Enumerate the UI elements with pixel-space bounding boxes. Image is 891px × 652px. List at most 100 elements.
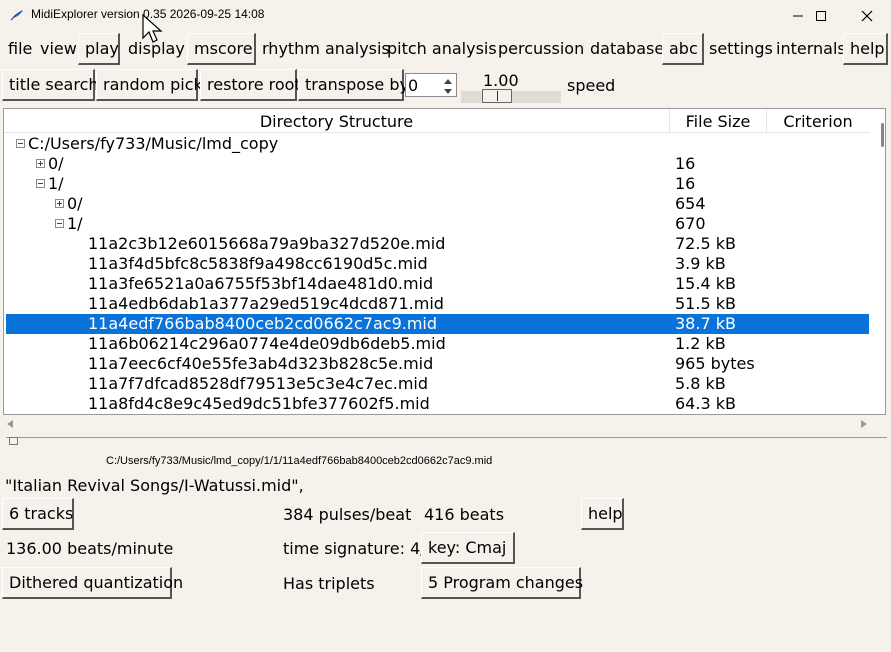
pane-sash-handle[interactable] bbox=[9, 437, 18, 445]
file-row[interactable]: 11a4edf766bab8400ceb2cd0662c7ac9.mid 38.7… bbox=[6, 314, 869, 334]
spin-down-icon[interactable] bbox=[442, 86, 454, 96]
key-button[interactable]: key: Cmaj bbox=[421, 532, 515, 564]
speed-value: 1.00 bbox=[483, 71, 519, 90]
row-size: 670 bbox=[675, 214, 706, 233]
row-name: 11a4edf766bab8400ceb2cd0662c7ac9.mid bbox=[88, 314, 438, 333]
row-size: 15.4 kB bbox=[675, 274, 736, 293]
row-name: 1/ bbox=[48, 174, 64, 193]
row-name: 0/ bbox=[48, 154, 64, 173]
file-row[interactable]: 11a4edb6dab1a377a29ed519c4dcd871.mid 51.5… bbox=[6, 294, 869, 314]
row-size: 16 bbox=[675, 154, 696, 173]
vertical-scrollbar-thumb[interactable] bbox=[881, 123, 884, 147]
collapse-icon[interactable] bbox=[55, 219, 64, 228]
menu-percussion[interactable]: percussion bbox=[492, 33, 590, 65]
folder-row[interactable]: C:/Users/fy733/Music/lmd_copy bbox=[6, 134, 869, 154]
menu-display[interactable]: display bbox=[122, 33, 191, 65]
folder-row[interactable]: 1/16 bbox=[6, 174, 869, 194]
speed-slider-handle[interactable] bbox=[482, 89, 512, 103]
folder-row[interactable]: 1/670 bbox=[6, 214, 869, 234]
menu-internals[interactable]: internals bbox=[770, 33, 852, 65]
column-file-size[interactable]: File Size bbox=[670, 109, 767, 133]
title-search-button[interactable]: title search bbox=[2, 69, 99, 101]
file-row[interactable]: 11a7f7dfcad8528df79513e5c3e4c7ec.mid 5.8 … bbox=[6, 374, 869, 394]
row-size: 965 bytes bbox=[675, 354, 755, 373]
menu-view[interactable]: view bbox=[34, 33, 83, 65]
close-button[interactable] bbox=[844, 0, 890, 31]
menu-help[interactable]: help bbox=[843, 33, 888, 65]
menu-abc[interactable]: abc bbox=[662, 33, 704, 65]
time-signature: time signature: 4/4 bbox=[283, 539, 436, 558]
folder-row[interactable]: 0/654 bbox=[6, 194, 869, 214]
selected-file-path: C:/Users/fy733/Music/lmd_copy/1/1/11a4ed… bbox=[106, 455, 493, 467]
quantization-button[interactable]: Dithered quantization bbox=[2, 567, 183, 599]
row-name: 11a3f4d5bfc8c5838f9a498cc6190d5c.mid bbox=[88, 254, 428, 273]
file-row[interactable]: 11a6b06214c296a0774e4de09db6deb5.mid 1.2 … bbox=[6, 334, 869, 354]
row-name: 11a7eec6cf40e55fe3ab4d323b828c5e.mid bbox=[88, 354, 434, 373]
tempo: 136.00 beats/minute bbox=[6, 539, 174, 558]
column-directory-structure[interactable]: Directory Structure bbox=[4, 109, 670, 133]
row-name: 11a4edb6dab1a377a29ed519c4dcd871.mid bbox=[88, 294, 444, 313]
expand-icon[interactable] bbox=[36, 159, 45, 168]
row-name: 11a3fe6521a0a6755f53bf14dae481d0.mid bbox=[88, 274, 434, 293]
file-row[interactable]: 11a2c3b12e6015668a79a9ba327d520e.mid 72.5… bbox=[6, 234, 869, 254]
pane-divider[interactable] bbox=[6, 437, 887, 438]
row-name: 1/ bbox=[67, 214, 83, 233]
row-name: 11a7f7dfcad8528df79513e5c3e4c7ec.mid bbox=[88, 374, 429, 393]
row-name: C:/Users/fy733/Music/lmd_copy bbox=[28, 134, 279, 153]
maximize-button[interactable] bbox=[798, 0, 844, 31]
restore-root-button[interactable]: restore root bbox=[200, 69, 301, 101]
row-name: 11a8fd4c8e9c45ed9dc51bfe377602f5.mid bbox=[88, 394, 430, 413]
speed-label: speed bbox=[567, 76, 616, 95]
scroll-right-icon[interactable] bbox=[861, 420, 867, 428]
info-help-button[interactable]: help bbox=[581, 498, 624, 530]
menu-settings[interactable]: settings bbox=[703, 33, 779, 65]
beat-count: 416 beats bbox=[424, 505, 505, 524]
row-size: 51.5 kB bbox=[675, 294, 736, 313]
transpose-input[interactable] bbox=[408, 75, 440, 95]
expand-icon[interactable] bbox=[55, 199, 64, 208]
maximize-icon bbox=[816, 10, 826, 21]
folder-row[interactable]: 0/16 bbox=[6, 154, 869, 174]
program-changes-button[interactable]: 5 Program changes bbox=[421, 567, 583, 599]
menu-mscore[interactable]: mscore bbox=[187, 33, 256, 65]
row-size: 16 bbox=[675, 174, 696, 193]
column-criterion[interactable]: Criterion bbox=[767, 109, 869, 133]
triplets-status: Has triplets bbox=[283, 574, 375, 593]
row-size: 5.8 kB bbox=[675, 374, 726, 393]
row-size: 654 bbox=[675, 194, 706, 213]
tracks-button[interactable]: 6 tracks bbox=[2, 498, 74, 530]
spin-up-icon[interactable] bbox=[442, 76, 454, 86]
scroll-left-icon[interactable] bbox=[7, 420, 13, 428]
menu-file[interactable]: file bbox=[2, 33, 38, 65]
vertical-scrollbar[interactable] bbox=[874, 109, 885, 414]
row-name: 0/ bbox=[67, 194, 83, 213]
row-name: 11a6b06214c296a0774e4de09db6deb5.mid bbox=[88, 334, 446, 353]
pulses-per-beat: 384 pulses/beat bbox=[283, 505, 412, 524]
app-feather-icon bbox=[10, 10, 23, 21]
file-row[interactable]: 11a3f4d5bfc8c5838f9a498cc6190d5c.mid 3.9 … bbox=[6, 254, 869, 274]
menu-play[interactable]: play bbox=[78, 33, 120, 65]
horizontal-scrollbar[interactable] bbox=[3, 417, 886, 431]
row-size: 38.7 kB bbox=[675, 314, 736, 333]
menu-database[interactable]: database bbox=[584, 33, 670, 65]
title-bar: MidiExplorer version 0.35 2026-09-25 14:… bbox=[0, 0, 891, 31]
file-row[interactable]: 11a8fd4c8e9c45ed9dc51bfe377602f5.mid 64.3… bbox=[6, 394, 869, 414]
row-size: 64.3 kB bbox=[675, 394, 736, 413]
song-title: "Italian Revival Songs/I-Watussi.mid", bbox=[5, 476, 304, 495]
row-name: 11a2c3b12e6015668a79a9ba327d520e.mid bbox=[88, 234, 446, 253]
close-icon bbox=[861, 10, 873, 21]
file-row[interactable]: 11a3fe6521a0a6755f53bf14dae481d0.mid 15.4… bbox=[6, 274, 869, 294]
row-size: 72.5 kB bbox=[675, 234, 736, 253]
directory-tree[interactable]: Directory Structure File Size Criterion … bbox=[3, 108, 886, 415]
menu-rhythm-analysis[interactable]: rhythm analysis bbox=[256, 33, 396, 65]
file-row[interactable]: 11a7eec6cf40e55fe3ab4d323b828c5e.mid 965 … bbox=[6, 354, 869, 374]
collapse-icon[interactable] bbox=[36, 179, 45, 188]
menu-pitch-analysis[interactable]: pitch analysis bbox=[381, 33, 503, 65]
random-pick-button[interactable]: random pick bbox=[96, 69, 203, 101]
row-size: 1.2 kB bbox=[675, 334, 726, 353]
tree-header: Directory Structure File Size Criterion bbox=[4, 109, 870, 133]
transpose-spinbox[interactable] bbox=[405, 73, 457, 97]
row-size: 3.9 kB bbox=[675, 254, 726, 273]
transpose-by-button[interactable]: transpose by bbox=[298, 69, 409, 101]
collapse-icon[interactable] bbox=[16, 139, 25, 148]
